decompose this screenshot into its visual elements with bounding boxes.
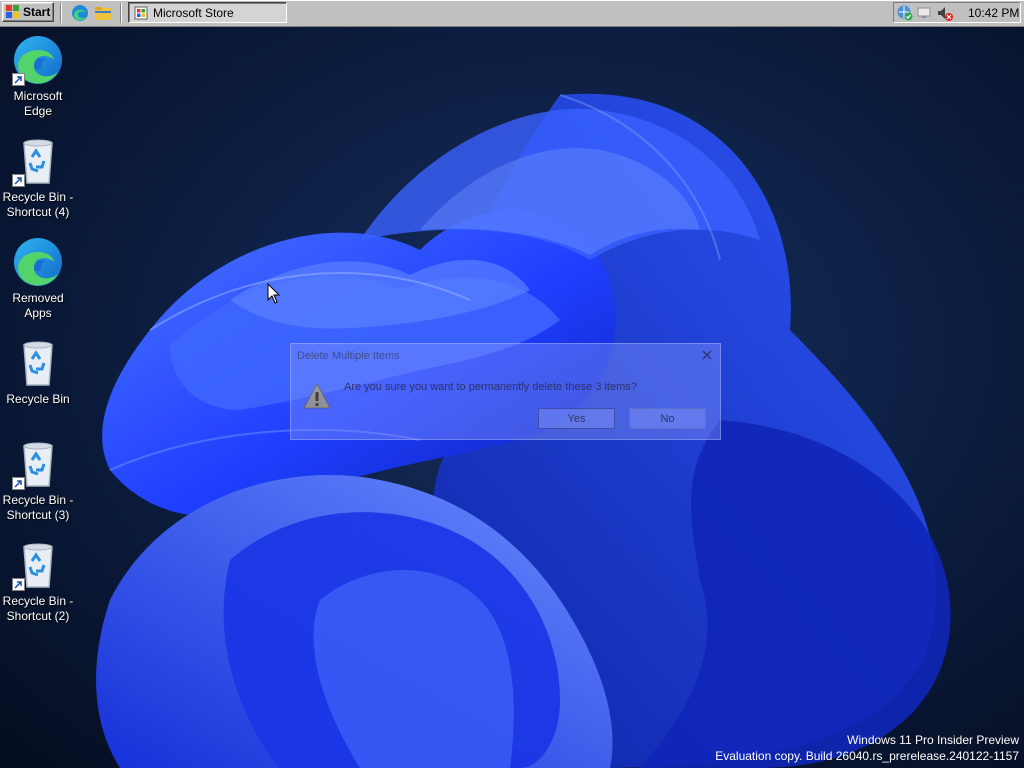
evaluation-watermark: Windows 11 Pro Insider Preview Evaluatio…: [715, 732, 1019, 764]
taskbar: Start Microsoft Store 10:42 PM: [0, 0, 1024, 27]
network-icon[interactable]: [916, 4, 934, 22]
desktop-icon-recycle-bin-shortcut-4[interactable]: Recycle Bin - Shortcut (4): [0, 135, 76, 220]
icon-label: Shortcut (2): [6, 609, 70, 623]
edge-icon[interactable]: [71, 4, 89, 22]
no-button[interactable]: No: [629, 408, 706, 429]
delete-confirmation-dialog: Delete Multiple Items Are you sure you w…: [290, 343, 721, 440]
store-icon: [134, 6, 148, 19]
network-shield-icon[interactable]: [896, 4, 914, 22]
icon-label: Microsoft: [13, 89, 63, 103]
windows-logo-icon: [6, 5, 19, 18]
desktop-icon-recycle-bin[interactable]: Recycle Bin: [0, 337, 76, 407]
watermark-line: Windows 11 Pro Insider Preview: [847, 733, 1019, 747]
yes-button[interactable]: Yes: [538, 408, 615, 429]
shortcut-arrow-icon: [12, 578, 25, 591]
taskbar-button-microsoft-store[interactable]: Microsoft Store: [128, 2, 287, 23]
icon-label: Shortcut (4): [6, 205, 70, 219]
desktop-icon-removed-apps[interactable]: Removed Apps: [0, 236, 76, 321]
start-button[interactable]: Start: [2, 2, 54, 22]
desktop-icon-microsoft-edge[interactable]: Microsoft Edge: [0, 34, 76, 119]
icon-label: Recycle Bin -: [2, 190, 74, 204]
yes-button-label: Yes: [567, 412, 586, 425]
volume-muted-icon[interactable]: [936, 4, 954, 22]
taskbar-separator: [60, 3, 62, 23]
shortcut-arrow-icon: [12, 174, 25, 187]
icon-label: Removed: [12, 291, 64, 305]
desktop-icon-recycle-bin-shortcut-2[interactable]: Recycle Bin - Shortcut (2): [0, 539, 76, 624]
icon-label: Shortcut (3): [6, 508, 70, 522]
icon-label: Recycle Bin -: [2, 493, 74, 507]
file-explorer-icon[interactable]: [94, 4, 112, 22]
shortcut-arrow-icon: [12, 477, 25, 490]
desktop-icon-recycle-bin-shortcut-3[interactable]: Recycle Bin - Shortcut (3): [0, 438, 76, 523]
dialog-message: Are you sure you want to permanently del…: [344, 381, 637, 393]
taskbar-separator: [120, 3, 122, 23]
task-label: Microsoft Store: [153, 5, 234, 20]
shortcut-arrow-icon: [12, 73, 25, 86]
dialog-title: Delete Multiple Items: [297, 350, 400, 362]
icon-label: Recycle Bin -: [2, 594, 74, 608]
warning-icon: [303, 382, 331, 409]
system-tray: 10:42 PM: [893, 2, 1021, 23]
no-button-label: No: [660, 412, 675, 425]
mouse-pointer-icon: [267, 283, 281, 304]
icon-label: Recycle Bin: [6, 392, 70, 406]
recycle-bin-icon: [23, 341, 53, 386]
icon-label: Edge: [23, 104, 53, 118]
watermark-line: Evaluation copy. Build 26040.rs_prerelea…: [715, 749, 1019, 763]
clock[interactable]: 10:42 PM: [968, 6, 1019, 20]
start-label: Start: [23, 5, 51, 19]
edge-icon: [14, 238, 62, 286]
close-icon[interactable]: [700, 348, 714, 362]
icon-label: Apps: [24, 306, 52, 320]
